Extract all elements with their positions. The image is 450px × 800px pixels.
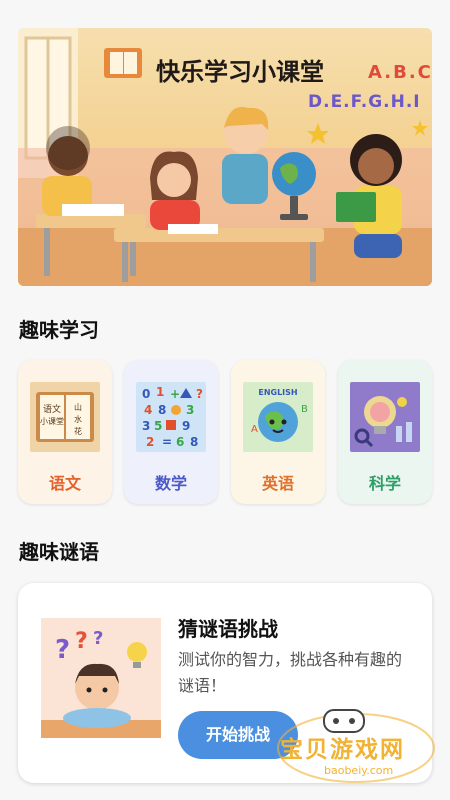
chinese-book-icon: 语文 小课堂 山 水 花 [30, 382, 100, 452]
science-lightbulb-icon [350, 382, 420, 452]
svg-text:花: 花 [74, 426, 82, 436]
watermark-text: 宝贝游戏网 [280, 737, 405, 763]
svg-text:6: 6 [176, 435, 184, 449]
svg-text:4: 4 [144, 403, 152, 417]
subject-label-chinese: 语文 [48, 474, 81, 493]
subject-grid: 语文 小课堂 山 水 花 语文 0 1 + ? 4 8 3 3 5 9 2 = … [18, 360, 432, 504]
riddle-title: 猜谜语挑战 [178, 617, 278, 641]
watermark-logo: 宝贝游戏网 baobeiy.com [268, 706, 443, 786]
svg-text:?: ? [75, 629, 88, 654]
svg-text:=: = [162, 435, 172, 449]
svg-text:ENGLISH: ENGLISH [258, 388, 297, 397]
svg-text:2: 2 [146, 435, 154, 449]
svg-text:8: 8 [190, 435, 198, 449]
svg-text:0: 0 [142, 387, 150, 401]
svg-text:9: 9 [182, 419, 190, 433]
svg-text:1: 1 [156, 385, 164, 399]
hero-banner[interactable]: 快乐学习小课堂 A.B.C D.E.F.G.H.I [18, 28, 432, 286]
subject-label-science: 科学 [368, 474, 401, 493]
riddle-description: 测试你的智力，挑战各种有趣的谜语！ [178, 650, 403, 695]
subject-card-chinese[interactable]: 语文 小课堂 山 水 花 语文 [18, 360, 112, 504]
svg-text:水: 水 [74, 414, 82, 424]
subject-label-math: 数学 [154, 474, 187, 493]
thinking-child-illustration: ? ? ? [41, 618, 161, 738]
svg-text:A: A [251, 424, 258, 435]
svg-text:?: ? [196, 387, 203, 401]
watermark-url: baobeiy.com [324, 764, 394, 777]
svg-text:+: + [170, 387, 180, 401]
svg-text:?: ? [55, 635, 70, 665]
svg-text:5: 5 [154, 419, 162, 433]
svg-text:山: 山 [74, 402, 82, 412]
banner-letters-bottom: D.E.F.G.H.I [308, 92, 421, 112]
math-numbers-icon: 0 1 + ? 4 8 3 3 5 9 2 = 6 8 [136, 382, 206, 452]
svg-text:3: 3 [186, 403, 194, 417]
section-title-fun-riddles: 趣味谜语 [19, 540, 99, 564]
subject-card-math[interactable]: 0 1 + ? 4 8 3 3 5 9 2 = 6 8 数学 [124, 360, 218, 504]
svg-text:B: B [301, 404, 308, 415]
subject-card-english[interactable]: ENGLISH A B 英语 [231, 360, 325, 504]
svg-text:8: 8 [158, 403, 166, 417]
svg-text:3: 3 [142, 419, 150, 433]
subject-label-english: 英语 [261, 474, 294, 493]
banner-letters-top: A.B.C [368, 62, 432, 83]
subject-card-science[interactable]: 科学 [338, 360, 432, 504]
english-globe-icon: ENGLISH A B [243, 382, 313, 452]
svg-text:语文: 语文 [43, 403, 61, 415]
svg-text:?: ? [93, 628, 103, 649]
section-title-fun-learning: 趣味学习 [19, 318, 99, 342]
banner-title: 快乐学习小课堂 [156, 58, 324, 86]
svg-text:小课堂: 小课堂 [40, 416, 64, 426]
